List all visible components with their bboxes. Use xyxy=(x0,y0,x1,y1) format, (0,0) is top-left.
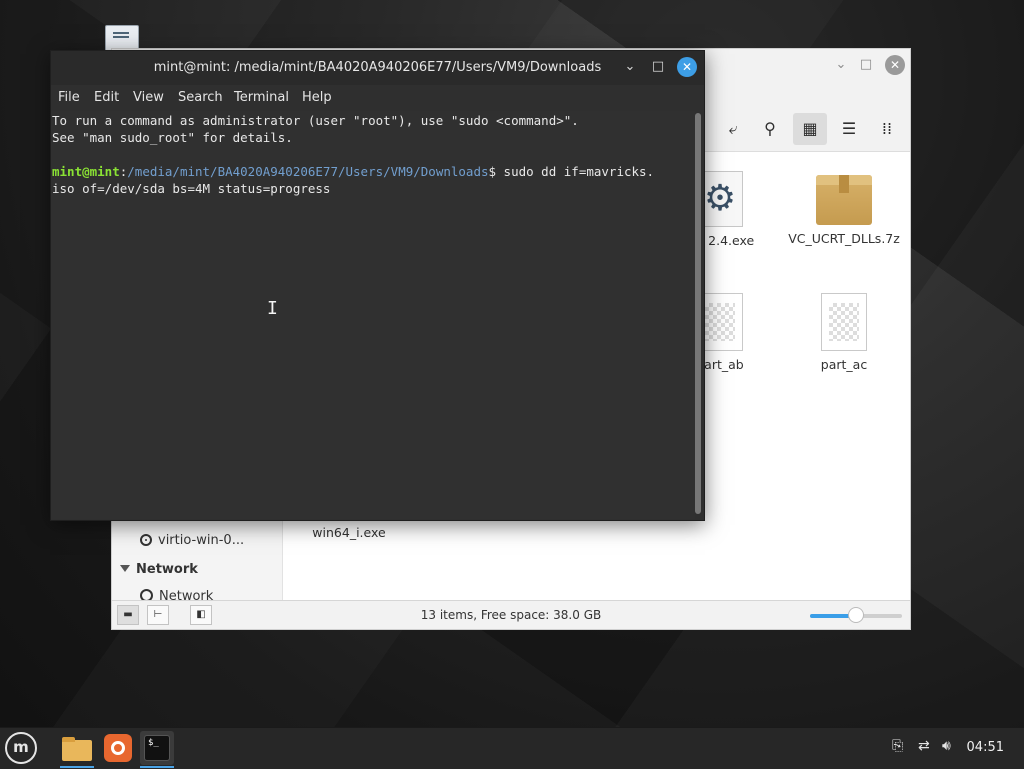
menu-help[interactable]: Help xyxy=(302,90,332,105)
clipboard-tray-icon[interactable]: ⎘ xyxy=(892,738,903,754)
terminal-line: To run a command as administrator (user … xyxy=(52,113,579,128)
compact-list-icon: ⁞⁞ xyxy=(881,119,893,138)
terminal-title: mint@mint: /media/mint/BA4020A940206E77/… xyxy=(153,60,602,75)
prompt-user: mint@mint xyxy=(52,164,120,179)
sidebar-section-label: Network xyxy=(136,562,198,577)
menu-edit[interactable]: Edit xyxy=(94,90,119,105)
fm-close-button[interactable]: ✕ xyxy=(885,55,905,75)
menu-search[interactable]: Search xyxy=(178,90,223,105)
prompt-path: /media/mint/BA4020A940206E77/Users/VM9/D… xyxy=(127,164,489,179)
menu-file[interactable]: File xyxy=(58,90,80,105)
fm-maximize-button[interactable]: □ xyxy=(857,56,875,74)
files-launcher-folder-icon[interactable] xyxy=(60,731,94,765)
terminal-prompt-line: mint@mint:/media/mint/BA4020A940206E77/U… xyxy=(52,163,654,180)
sidebar-item-label: virtio-win-0... xyxy=(158,533,245,548)
volume-icon[interactable]: 🔊︎ xyxy=(942,738,951,754)
menu-terminal[interactable]: Terminal xyxy=(234,90,289,105)
firefox-launcher-icon[interactable] xyxy=(101,731,135,765)
document-icon xyxy=(821,293,867,351)
network-disconnected-icon[interactable]: ⇄ xyxy=(918,738,930,754)
file-item[interactable]: VC_UCRT_DLLs.7z xyxy=(784,175,904,246)
disc-icon xyxy=(140,534,152,546)
terminal-maximize-button[interactable]: □ xyxy=(649,58,667,76)
sidebar-item-virtio[interactable]: virtio-win-0... xyxy=(140,533,244,548)
fm-search-button[interactable]: ⚲ xyxy=(753,113,787,145)
mint-menu-button[interactable]: m xyxy=(5,732,37,764)
fm-statusbar: ▬ ⊢ ◧ 13 items, Free space: 38.0 GB xyxy=(112,600,910,629)
terminal-close-button[interactable]: ✕ xyxy=(677,57,697,77)
status-text: 13 items, Free space: 38.0 GB xyxy=(420,608,602,622)
file-item[interactable]: part_ac xyxy=(784,293,904,372)
prompt-symbol: $ xyxy=(488,164,497,179)
terminal-glyph: $_ xyxy=(148,738,159,748)
list-icon: ☰ xyxy=(841,119,857,138)
command-text: sudo dd if=mavricks. xyxy=(496,164,655,179)
file-item[interactable]: win64_i.exe xyxy=(289,519,409,540)
fm-minimize-button[interactable]: ⌄ xyxy=(832,56,850,74)
terminal-output[interactable]: To run a command as administrator (user … xyxy=(51,111,695,519)
zoom-slider[interactable] xyxy=(810,607,902,623)
fm-icon-view-button[interactable]: ▦ xyxy=(793,113,827,145)
terminal-scrollbar[interactable] xyxy=(695,113,701,514)
fm-compact-view-button[interactable]: ⁞⁞ xyxy=(870,113,904,145)
terminal-minimize-button[interactable]: ⌄ xyxy=(621,58,639,76)
terminal-line: See "man sudo_root" for details. xyxy=(52,130,293,145)
terminal-command-continuation: iso of=/dev/sda bs=4M status=progress xyxy=(52,181,331,196)
taskbar: m $_ ⎘ ⇄ 🔊︎ 04:51 xyxy=(0,727,1024,769)
file-name: VC_UCRT_DLLs.7z xyxy=(788,231,900,246)
terminal-window: mint@mint: /media/mint/BA4020A940206E77/… xyxy=(50,50,705,521)
terminal-menubar: File Edit View Search Terminal Help xyxy=(51,85,704,111)
menu-view[interactable]: View xyxy=(133,90,164,105)
search-icon: ⚲ xyxy=(764,119,776,138)
terminal-launcher-icon[interactable]: $_ xyxy=(140,731,174,765)
terminal-titlebar[interactable]: mint@mint: /media/mint/BA4020A940206E77/… xyxy=(51,51,704,85)
fm-terminal-here-button[interactable]: ⤶ xyxy=(716,113,750,145)
zoom-slider-thumb[interactable] xyxy=(848,607,864,623)
clock[interactable]: 04:51 xyxy=(967,740,1004,755)
sidebar-section-network[interactable]: Network xyxy=(120,562,198,577)
file-name: win64_i.exe xyxy=(312,525,386,540)
chevron-down-icon xyxy=(120,565,130,572)
grid-icon: ▦ xyxy=(802,119,818,138)
file-name: part_ac xyxy=(820,357,868,372)
archive-icon xyxy=(816,175,872,225)
text-cursor-icon: I xyxy=(267,298,278,319)
fm-list-view-button[interactable]: ☰ xyxy=(832,113,866,145)
